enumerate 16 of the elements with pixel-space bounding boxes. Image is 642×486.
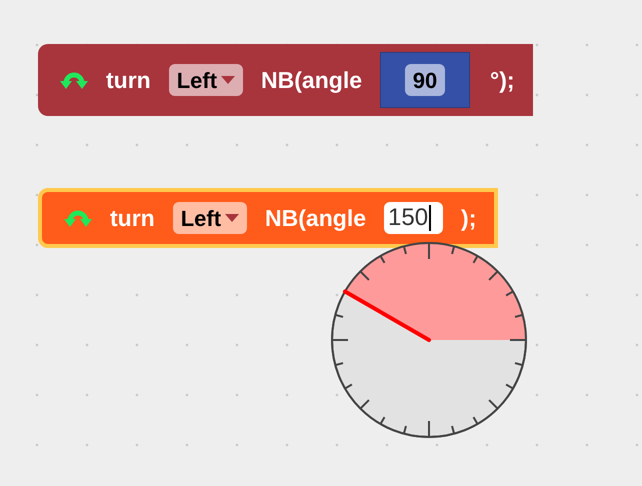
- direction-dropdown[interactable]: Left: [172, 202, 248, 234]
- block-label: NB(angle: [261, 66, 362, 95]
- number-block[interactable]: 90: [380, 52, 470, 108]
- turn-block[interactable]: turn Left NB(angle 90 °);: [38, 44, 533, 116]
- number-field[interactable]: 90: [404, 64, 446, 96]
- angle-dial[interactable]: [329, 240, 529, 440]
- caret-icon: [225, 214, 240, 222]
- caret-icon: [221, 76, 236, 84]
- direction-dropdown[interactable]: Left: [168, 64, 244, 96]
- turn-block[interactable]: turn Left NB(angle 150 );: [38, 188, 498, 248]
- block-label: );: [461, 204, 476, 233]
- block-label: turn: [110, 204, 155, 233]
- block-label: °);: [490, 66, 515, 95]
- block-label: NB(angle: [265, 204, 366, 233]
- block-label: turn: [106, 66, 151, 95]
- angle-input-field[interactable]: 150: [384, 202, 444, 234]
